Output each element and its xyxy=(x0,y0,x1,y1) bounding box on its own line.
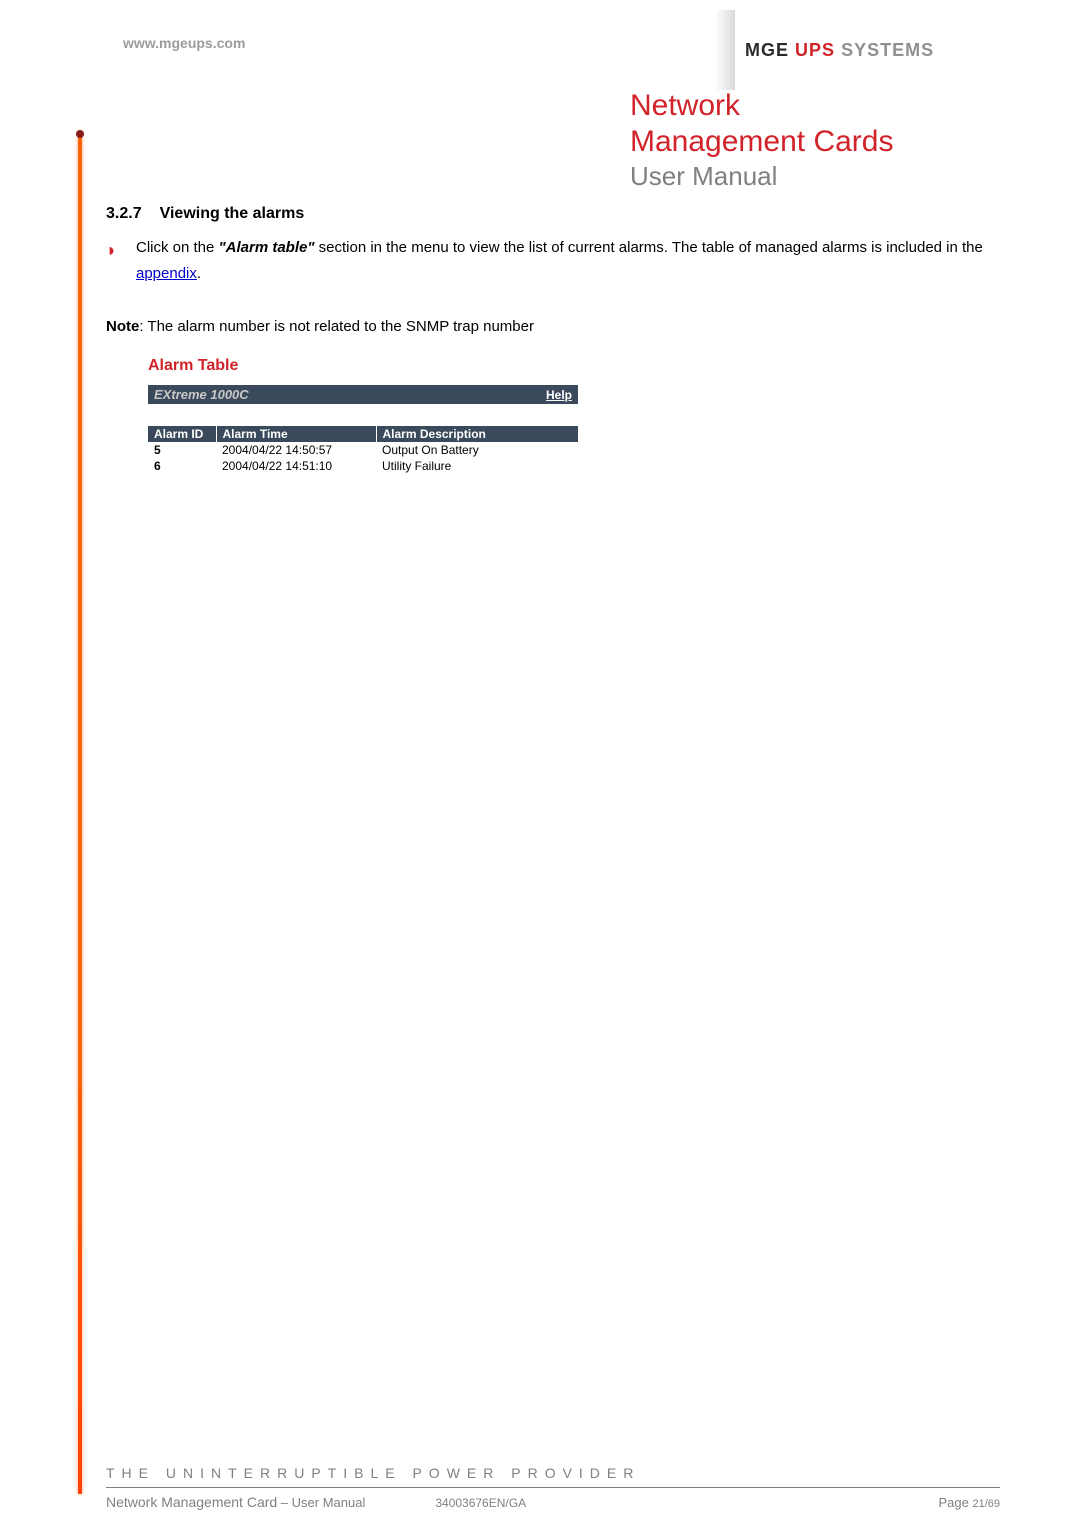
alarm-help-link[interactable]: Help xyxy=(546,388,572,402)
logo-part-ups: UPS xyxy=(795,40,835,60)
page-footer: THE UNINTERRUPTIBLE POWER PROVIDER Netwo… xyxy=(106,1465,1000,1510)
logo-part-mge: MGE xyxy=(745,40,789,60)
logo-text: MGE UPS SYSTEMS xyxy=(735,40,934,61)
table-header-row: Alarm ID Alarm Time Alarm Description xyxy=(148,426,578,442)
footer-page-number: 21/69 xyxy=(972,1498,1000,1510)
note-label: Note xyxy=(106,318,139,335)
left-accent-dot xyxy=(76,130,84,138)
alarm-device-bar: EXtreme 1000C Help xyxy=(148,385,578,404)
logo-shadow xyxy=(715,10,735,90)
content-area: 3.2.7 Viewing the alarms ◗ Click on the "… xyxy=(106,205,1000,474)
bullet-text-post: . xyxy=(197,265,201,282)
alarm-gap xyxy=(148,404,578,426)
col-alarm-description: Alarm Description xyxy=(376,426,578,442)
cell-time: 2004/04/22 14:50:57 xyxy=(216,442,376,458)
footer-page-label: Page xyxy=(938,1495,972,1510)
col-alarm-id: Alarm ID xyxy=(148,426,216,442)
cell-time: 2004/04/22 14:51:10 xyxy=(216,458,376,474)
document-page: www.mgeups.com MGE UPS SYSTEMS Network M… xyxy=(0,0,1080,1528)
title-line-1: Network xyxy=(630,88,1000,124)
table-row: 6 2004/04/22 14:51:10 Utility Failure xyxy=(148,458,578,474)
cell-desc: Output On Battery xyxy=(376,442,578,458)
alarm-device-name: EXtreme 1000C xyxy=(154,387,249,402)
footer-row: Network Management Card – User Manual 34… xyxy=(106,1494,1000,1510)
bullet-text-pre: Click on the xyxy=(136,239,219,256)
cell-id: 5 xyxy=(148,442,216,458)
footer-doc-code: 34003676EN/GA xyxy=(365,1496,938,1510)
cell-desc: Utility Failure xyxy=(376,458,578,474)
footer-doc-name: Network Management Card xyxy=(106,1494,277,1510)
footer-page: Page 21/69 xyxy=(938,1495,1000,1510)
bullet-paragraph: ◗ Click on the "Alarm table" section in … xyxy=(136,235,1000,287)
title-subtitle: User Manual xyxy=(630,160,1000,192)
col-alarm-time: Alarm Time xyxy=(216,426,376,442)
logo-part-systems: SYSTEMS xyxy=(841,40,934,60)
section-number: 3.2.7 xyxy=(106,205,142,223)
section-title: Viewing the alarms xyxy=(160,205,305,222)
footer-doc-sub: – User Manual xyxy=(277,1495,365,1510)
note-text: : The alarm number is not related to the… xyxy=(139,318,534,335)
document-title-block: Network Management Cards User Manual xyxy=(630,88,1000,192)
footer-rule xyxy=(106,1487,1000,1488)
alarm-table-screenshot: Alarm Table EXtreme 1000C Help Alarm ID … xyxy=(148,357,578,474)
alarm-panel-title: Alarm Table xyxy=(148,357,578,375)
bullet-text-mid: section in the menu to view the list of … xyxy=(314,239,982,256)
footer-tagline: THE UNINTERRUPTIBLE POWER PROVIDER xyxy=(106,1465,1000,1481)
bullet-text-emphasis: "Alarm table" xyxy=(219,239,315,256)
section-heading: 3.2.7 Viewing the alarms xyxy=(106,205,1000,223)
header-url: www.mgeups.com xyxy=(123,35,245,51)
left-accent-bar xyxy=(78,132,82,1494)
title-line-2: Management Cards xyxy=(630,124,1000,160)
footer-doc-title: Network Management Card – User Manual xyxy=(106,1494,365,1510)
alarm-data-table: Alarm ID Alarm Time Alarm Description 5 … xyxy=(148,426,578,474)
table-row: 5 2004/04/22 14:50:57 Output On Battery xyxy=(148,442,578,458)
appendix-link[interactable]: appendix xyxy=(136,265,197,282)
bullet-icon: ◗ xyxy=(106,237,117,263)
brand-logo: MGE UPS SYSTEMS xyxy=(715,10,1005,90)
cell-id: 6 xyxy=(148,458,216,474)
note-line: Note: The alarm number is not related to… xyxy=(106,315,1000,339)
